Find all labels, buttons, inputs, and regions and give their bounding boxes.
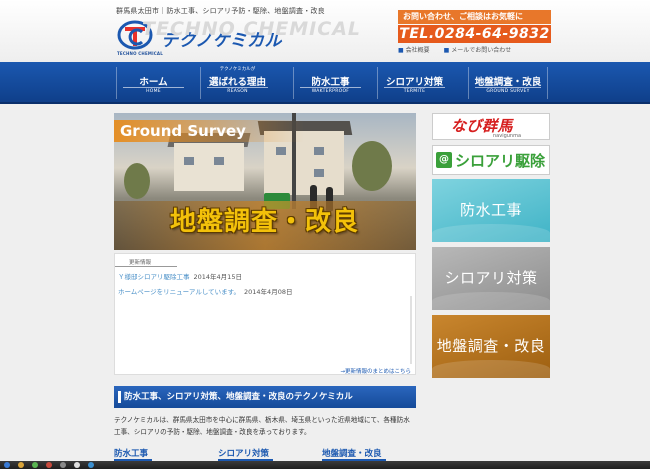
- nav-sublabel: GROUND SURVEY: [486, 89, 530, 94]
- shiroari-kujo-banner[interactable]: @ シロアリ駆除: [432, 145, 550, 175]
- at-icon: @: [436, 152, 452, 168]
- contact-lead: お問い合わせ、ご相談はお気軽に: [398, 10, 551, 24]
- dock-app-icon[interactable]: [74, 462, 80, 468]
- window: [276, 147, 286, 155]
- nav-sublabel: HOME: [146, 89, 161, 94]
- nav-rule: [475, 87, 541, 88]
- dock-app-icon[interactable]: [88, 462, 94, 468]
- window: [214, 157, 224, 165]
- logo-subtitle: TECHNO CHEMICAL: [117, 51, 163, 56]
- section-heading: 防水工事、シロアリ対策、地盤調査・改良のテクノケミカル: [114, 386, 416, 408]
- bottom-link-termite[interactable]: シロアリ対策: [218, 447, 274, 461]
- mail-contact-link[interactable]: ■ メールでお問い合わせ: [444, 47, 518, 54]
- news-title[interactable]: Ｙ様邸シロアリ駆除工事: [118, 273, 190, 281]
- news-heading: 更新情報: [129, 260, 152, 266]
- news-date: 2014年4月08日: [244, 288, 293, 296]
- global-nav: ホーム HOME テクノケミカルが 選ばれる理由 REASON 防水工事 WAK…: [0, 62, 650, 104]
- nav-label: 地盤調査・改良: [474, 77, 542, 88]
- navigunma-sub: navigunma: [493, 133, 522, 139]
- nav-ground-survey[interactable]: 地盤調査・改良 GROUND SURVEY: [468, 67, 548, 99]
- shiroari-kujo-text: シロアリ駆除: [455, 152, 546, 170]
- bottom-link-waterproof[interactable]: 防水工事: [114, 447, 153, 461]
- dock-app-icon[interactable]: [60, 462, 66, 468]
- dock-app-icon[interactable]: [4, 462, 10, 468]
- navigunma-banner[interactable]: なび群馬 navigunma: [432, 113, 550, 140]
- nav-label: 選ばれる理由: [208, 77, 266, 88]
- intro-text: テクノケミカルは、群馬県太田市を中心に群馬県、栃木県、埼玉県といった近県地域にて…: [114, 416, 410, 436]
- nav-rule: [123, 87, 184, 88]
- nav-label: 防水工事: [311, 77, 350, 88]
- hero-image: Ground Survey 地盤調査・改良: [114, 113, 416, 250]
- nav-waterproof[interactable]: 防水工事 WAKTERPROOF: [293, 67, 367, 99]
- nav-sublabel: TERMITE: [403, 89, 426, 94]
- nav-rule: [207, 87, 268, 88]
- news-item[interactable]: Ｙ様邸シロアリ駆除工事 2014年4月15日: [118, 271, 242, 281]
- header-tagline: 群馬県太田市｜防水工事、シロアリ予防・駆除、地盤調査・改良: [116, 7, 325, 15]
- news-date: 2014年4月15日: [193, 273, 242, 281]
- nav-sublabel: WAKTERPROOF: [311, 89, 350, 94]
- dock-app-icon[interactable]: [46, 462, 52, 468]
- nav-prelabel: テクノケミカルが: [219, 67, 256, 72]
- header-links: ■ 会社概要 ■ メールでお問い合わせ: [398, 45, 523, 54]
- tree: [124, 163, 150, 199]
- house: [174, 143, 244, 191]
- nav-home[interactable]: ホーム HOME: [116, 67, 190, 99]
- phone-number[interactable]: TEL.0284-64-9832: [398, 25, 551, 43]
- banner-label: 防水工事: [459, 201, 522, 219]
- ground-survey-banner[interactable]: 地盤調査・改良: [432, 315, 550, 378]
- nav-termite[interactable]: シロアリ対策 TERMITE: [377, 67, 451, 99]
- news-box: 更新情報 Ｙ様邸シロアリ駆除工事 2014年4月15日 ホームページをリニューアル…: [114, 253, 416, 375]
- banner-label: シロアリ対策: [444, 269, 538, 287]
- contact-box: お問い合わせ、ご相談はお気軽に TEL.0284-64-9832 ■ 会社概要 ■…: [398, 10, 552, 58]
- nav-reason[interactable]: テクノケミカルが 選ばれる理由 REASON: [200, 67, 274, 99]
- hero-label-en: Ground Survey: [114, 120, 304, 142]
- nav-label: シロアリ対策: [385, 77, 443, 88]
- site-header: 群馬県太田市｜防水工事、シロアリ予防・駆除、地盤調査・改良 TECHNO CHE…: [0, 0, 650, 62]
- logo-ghost-text: TECHNO CHEMICAL: [142, 18, 362, 40]
- news-divider: [115, 266, 177, 267]
- banner-label: 地盤調査・改良: [436, 337, 546, 355]
- termite-banner[interactable]: シロアリ対策: [432, 247, 550, 310]
- window: [314, 169, 324, 177]
- os-dock: [0, 461, 650, 469]
- window: [184, 157, 194, 165]
- window: [314, 147, 324, 155]
- dock-app-icon[interactable]: [32, 462, 38, 468]
- news-scrollbar[interactable]: [410, 296, 412, 364]
- bullet-icon: ■: [398, 47, 404, 54]
- nav-rule: [300, 87, 361, 88]
- news-item[interactable]: ホームページをリニューアルしています。 2014年4月08日: [118, 286, 292, 296]
- nav-label: ホーム: [139, 77, 168, 88]
- news-more-link[interactable]: →更新情報のまとめはこちら: [340, 367, 411, 375]
- company-link[interactable]: ■ 会社概要: [398, 47, 436, 54]
- nav-sublabel: REASON: [227, 89, 248, 94]
- bullet-icon: ■: [443, 47, 450, 54]
- nav-rule: [384, 87, 445, 88]
- hero-label-jp: 地盤調査・改良: [170, 207, 360, 237]
- bottom-link-ground[interactable]: 地盤調査・改良: [322, 447, 386, 461]
- dock-app-icon[interactable]: [18, 462, 24, 468]
- tree: [352, 141, 392, 191]
- news-title[interactable]: ホームページをリニューアルしています。: [118, 288, 240, 296]
- waterproof-banner[interactable]: 防水工事: [432, 179, 550, 242]
